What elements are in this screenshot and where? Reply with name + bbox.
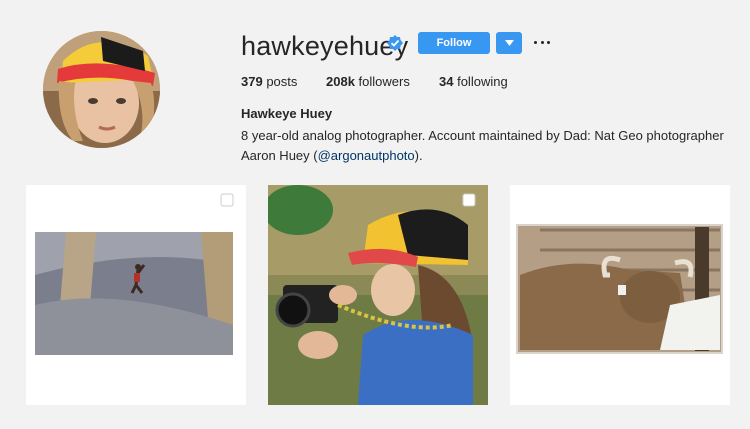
more-dot-icon bbox=[547, 40, 550, 44]
avatar-image bbox=[43, 31, 160, 148]
posts-stat: 379 posts bbox=[241, 74, 326, 89]
post-tile[interactable] bbox=[268, 185, 488, 405]
more-dot-icon bbox=[540, 40, 544, 44]
profile-username: hawkeyehuey bbox=[241, 31, 409, 61]
following-label: following bbox=[457, 74, 508, 89]
multiple-photos-icon bbox=[462, 193, 476, 207]
post-image-child-camera bbox=[268, 185, 488, 405]
suggestions-dropdown-button[interactable] bbox=[496, 32, 522, 54]
more-dot-icon bbox=[534, 40, 537, 44]
profile-avatar[interactable] bbox=[43, 31, 160, 148]
post-image-climber bbox=[26, 185, 246, 405]
caret-down-icon bbox=[504, 40, 514, 46]
profile-bio: 8 year-old analog photographer. Account … bbox=[241, 126, 731, 166]
post-image-bull bbox=[510, 185, 730, 405]
followers-count: 208k bbox=[326, 74, 355, 89]
bio-mention-link[interactable]: @argonautphoto bbox=[318, 148, 415, 163]
more-options-button[interactable] bbox=[534, 37, 550, 47]
posts-count: 379 bbox=[241, 74, 263, 89]
following-stat[interactable]: 34 following bbox=[439, 74, 508, 89]
posts-label: posts bbox=[266, 74, 298, 89]
bio-end: ). bbox=[414, 148, 423, 163]
following-count: 34 bbox=[439, 74, 454, 89]
multiple-photos-icon bbox=[220, 193, 234, 207]
followers-stat[interactable]: 208k followers bbox=[326, 74, 439, 89]
profile-stats: 379 posts 208k followers 34 following bbox=[241, 74, 508, 89]
follow-button[interactable]: Follow bbox=[418, 32, 490, 54]
bio-text: 8 year-old analog photographer. Account … bbox=[241, 128, 724, 163]
post-tile[interactable] bbox=[510, 185, 730, 405]
verified-badge-icon bbox=[387, 35, 403, 51]
followers-label: followers bbox=[358, 74, 410, 89]
profile-full-name: Hawkeye Huey bbox=[241, 106, 333, 121]
post-tile[interactable] bbox=[26, 185, 246, 405]
